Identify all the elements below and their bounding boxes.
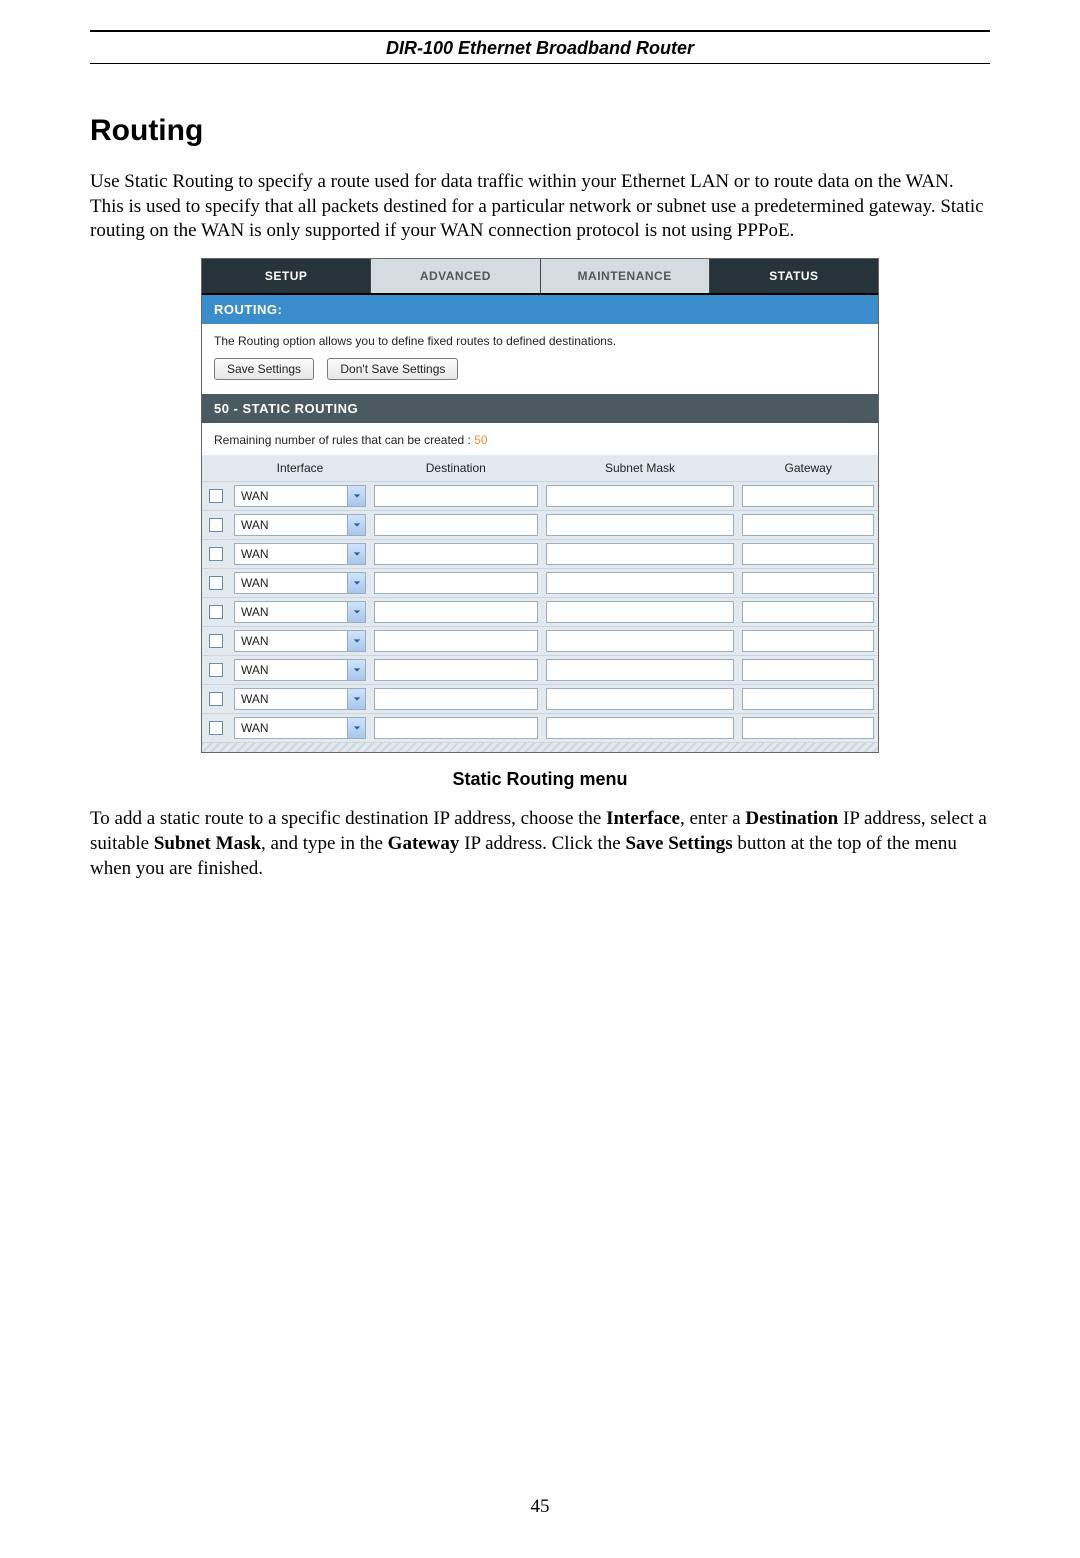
interface-select[interactable]: WAN bbox=[234, 717, 366, 739]
header-rule-bottom bbox=[90, 63, 990, 64]
table-row: WAN bbox=[202, 482, 878, 511]
subnet-input[interactable] bbox=[546, 688, 735, 710]
row-checkbox[interactable] bbox=[209, 692, 223, 706]
row-checkbox[interactable] bbox=[209, 663, 223, 677]
table-row: WAN bbox=[202, 598, 878, 627]
chevron-down-icon bbox=[347, 573, 365, 593]
dont-save-settings-button[interactable]: Don't Save Settings bbox=[327, 358, 458, 380]
table-row: WAN bbox=[202, 511, 878, 540]
page-number: 45 bbox=[90, 1496, 990, 1518]
routing-description: The Routing option allows you to define … bbox=[214, 334, 866, 348]
subnet-input[interactable] bbox=[546, 659, 735, 681]
table-row: WAN bbox=[202, 714, 878, 743]
row-checkbox[interactable] bbox=[209, 547, 223, 561]
table-row: WAN bbox=[202, 627, 878, 656]
chevron-down-icon bbox=[347, 689, 365, 709]
row-checkbox[interactable] bbox=[209, 634, 223, 648]
interface-select[interactable]: WAN bbox=[234, 659, 366, 681]
col-gateway: Gateway bbox=[738, 455, 878, 482]
table-row: WAN bbox=[202, 569, 878, 598]
chevron-down-icon bbox=[347, 718, 365, 738]
header-rule-top bbox=[90, 30, 990, 32]
chevron-down-icon bbox=[347, 631, 365, 651]
doc-header-title: DIR-100 Ethernet Broadband Router bbox=[90, 34, 990, 63]
gateway-input[interactable] bbox=[742, 572, 874, 594]
interface-select[interactable]: WAN bbox=[234, 688, 366, 710]
remaining-rules-count: 50 bbox=[474, 433, 487, 447]
gateway-input[interactable] bbox=[742, 717, 874, 739]
remaining-rules-label: Remaining number of rules that can be cr… bbox=[214, 433, 474, 447]
row-checkbox[interactable] bbox=[209, 518, 223, 532]
subnet-input[interactable] bbox=[546, 630, 735, 652]
router-ui-screenshot: SETUP ADVANCED MAINTENANCE STATUS ROUTIN… bbox=[201, 258, 879, 753]
routing-heading: ROUTING: bbox=[202, 295, 878, 324]
routing-table: Interface Destination Subnet Mask Gatewa… bbox=[202, 455, 878, 742]
tab-setup[interactable]: SETUP bbox=[202, 259, 371, 293]
destination-input[interactable] bbox=[374, 514, 538, 536]
interface-select[interactable]: WAN bbox=[234, 601, 366, 623]
interface-select[interactable]: WAN bbox=[234, 514, 366, 536]
destination-input[interactable] bbox=[374, 630, 538, 652]
destination-input[interactable] bbox=[374, 601, 538, 623]
gateway-input[interactable] bbox=[742, 630, 874, 652]
subnet-input[interactable] bbox=[546, 572, 735, 594]
gateway-input[interactable] bbox=[742, 659, 874, 681]
destination-input[interactable] bbox=[374, 717, 538, 739]
gateway-input[interactable] bbox=[742, 601, 874, 623]
table-row: WAN bbox=[202, 540, 878, 569]
row-checkbox[interactable] bbox=[209, 721, 223, 735]
subnet-input[interactable] bbox=[546, 514, 735, 536]
destination-input[interactable] bbox=[374, 572, 538, 594]
interface-select[interactable]: WAN bbox=[234, 485, 366, 507]
gateway-input[interactable] bbox=[742, 485, 874, 507]
table-row: WAN bbox=[202, 685, 878, 714]
subnet-input[interactable] bbox=[546, 717, 735, 739]
intro-paragraph: Use Static Routing to specify a route us… bbox=[90, 170, 990, 244]
row-checkbox[interactable] bbox=[209, 489, 223, 503]
tab-status[interactable]: STATUS bbox=[710, 259, 878, 293]
static-routing-heading: 50 - STATIC ROUTING bbox=[202, 394, 878, 423]
chevron-down-icon bbox=[347, 515, 365, 535]
chevron-down-icon bbox=[347, 660, 365, 680]
chevron-down-icon bbox=[347, 602, 365, 622]
subnet-input[interactable] bbox=[546, 485, 735, 507]
row-checkbox[interactable] bbox=[209, 605, 223, 619]
subnet-input[interactable] bbox=[546, 543, 735, 565]
col-interface: Interface bbox=[230, 455, 370, 482]
save-settings-button[interactable]: Save Settings bbox=[214, 358, 314, 380]
page-title: Routing bbox=[90, 114, 990, 148]
interface-select[interactable]: WAN bbox=[234, 630, 366, 652]
col-subnet: Subnet Mask bbox=[542, 455, 739, 482]
tab-advanced[interactable]: ADVANCED bbox=[371, 259, 540, 293]
row-checkbox[interactable] bbox=[209, 576, 223, 590]
interface-select[interactable]: WAN bbox=[234, 572, 366, 594]
destination-input[interactable] bbox=[374, 659, 538, 681]
torn-edge bbox=[202, 742, 878, 752]
interface-select[interactable]: WAN bbox=[234, 543, 366, 565]
table-row: WAN bbox=[202, 656, 878, 685]
chevron-down-icon bbox=[347, 544, 365, 564]
gateway-input[interactable] bbox=[742, 514, 874, 536]
destination-input[interactable] bbox=[374, 543, 538, 565]
chevron-down-icon bbox=[347, 486, 365, 506]
tab-bar: SETUP ADVANCED MAINTENANCE STATUS bbox=[202, 259, 878, 295]
gateway-input[interactable] bbox=[742, 543, 874, 565]
tab-maintenance[interactable]: MAINTENANCE bbox=[541, 259, 710, 293]
destination-input[interactable] bbox=[374, 688, 538, 710]
outro-paragraph: To add a static route to a specific dest… bbox=[90, 806, 990, 881]
col-destination: Destination bbox=[370, 455, 542, 482]
figure-caption: Static Routing menu bbox=[90, 769, 990, 790]
gateway-input[interactable] bbox=[742, 688, 874, 710]
subnet-input[interactable] bbox=[546, 601, 735, 623]
destination-input[interactable] bbox=[374, 485, 538, 507]
